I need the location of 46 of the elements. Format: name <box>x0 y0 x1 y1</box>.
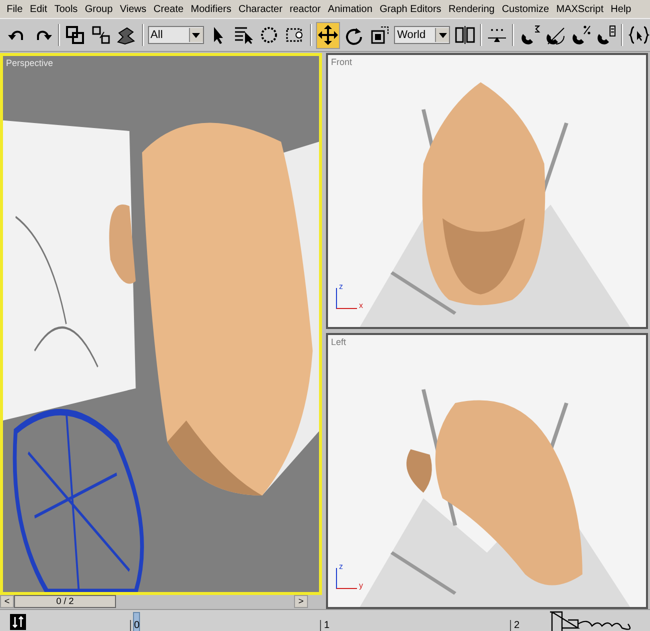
frame-number: 1 <box>320 620 330 631</box>
magnet-percent-icon <box>570 24 592 46</box>
unlink-icon <box>90 24 112 46</box>
viewport-label: Left <box>331 337 346 347</box>
menu-item[interactable]: Modifiers <box>187 4 235 14</box>
viewport-label: Front <box>331 57 352 67</box>
dropdown[interactable]: World <box>394 26 450 44</box>
next-frame-button[interactable]: > <box>294 595 308 608</box>
frame-number: 2 <box>510 620 520 631</box>
dropdown[interactable]: All <box>148 26 204 44</box>
axis-label: z <box>339 282 343 291</box>
previous-frame-button[interactable]: < <box>0 595 14 608</box>
menu-item[interactable]: Help <box>607 4 635 14</box>
menu-item[interactable]: Customize <box>498 4 553 14</box>
axis-label: x <box>359 301 363 310</box>
magnet-list-icon <box>595 24 618 46</box>
menu-item[interactable]: Group <box>81 4 116 14</box>
viewport[interactable]: Left z y <box>326 333 648 609</box>
menu-item[interactable]: Character <box>234 4 286 14</box>
menu-item[interactable]: Tools <box>50 4 82 14</box>
menu-item[interactable]: Views <box>116 4 150 14</box>
menu-item[interactable]: Edit <box>26 4 51 14</box>
scale-icon <box>368 24 391 46</box>
time-configuration-icon[interactable] <box>10 614 26 630</box>
axis-label: y <box>359 581 363 590</box>
link-icon <box>64 24 86 46</box>
mirror-icon <box>454 24 476 46</box>
magnet-3-icon <box>518 24 541 46</box>
menu-item[interactable]: Animation <box>324 4 376 14</box>
menu-item[interactable]: MAXScript <box>552 4 608 14</box>
caret-icon <box>438 32 447 38</box>
viewport[interactable]: Front z x <box>326 53 648 329</box>
viewport-label: Perspective <box>6 58 54 68</box>
move-button[interactable] <box>316 22 340 48</box>
time-slider[interactable]: 0 / 2 <box>14 595 116 608</box>
track-bar[interactable]: 0 1 2 <box>0 609 650 631</box>
menu-item[interactable]: Graph Editors <box>376 4 445 14</box>
caret-icon <box>192 32 200 38</box>
menu-item[interactable]: Create <box>150 4 188 14</box>
menu-item[interactable]: reactor <box>286 4 324 14</box>
axis-label: z <box>339 562 343 571</box>
braces-icon <box>628 24 650 46</box>
menu-item[interactable]: File <box>3 4 26 14</box>
frame-number: 0 <box>130 620 140 631</box>
move-icon <box>316 24 339 46</box>
menu-item[interactable]: Rendering <box>444 4 498 14</box>
